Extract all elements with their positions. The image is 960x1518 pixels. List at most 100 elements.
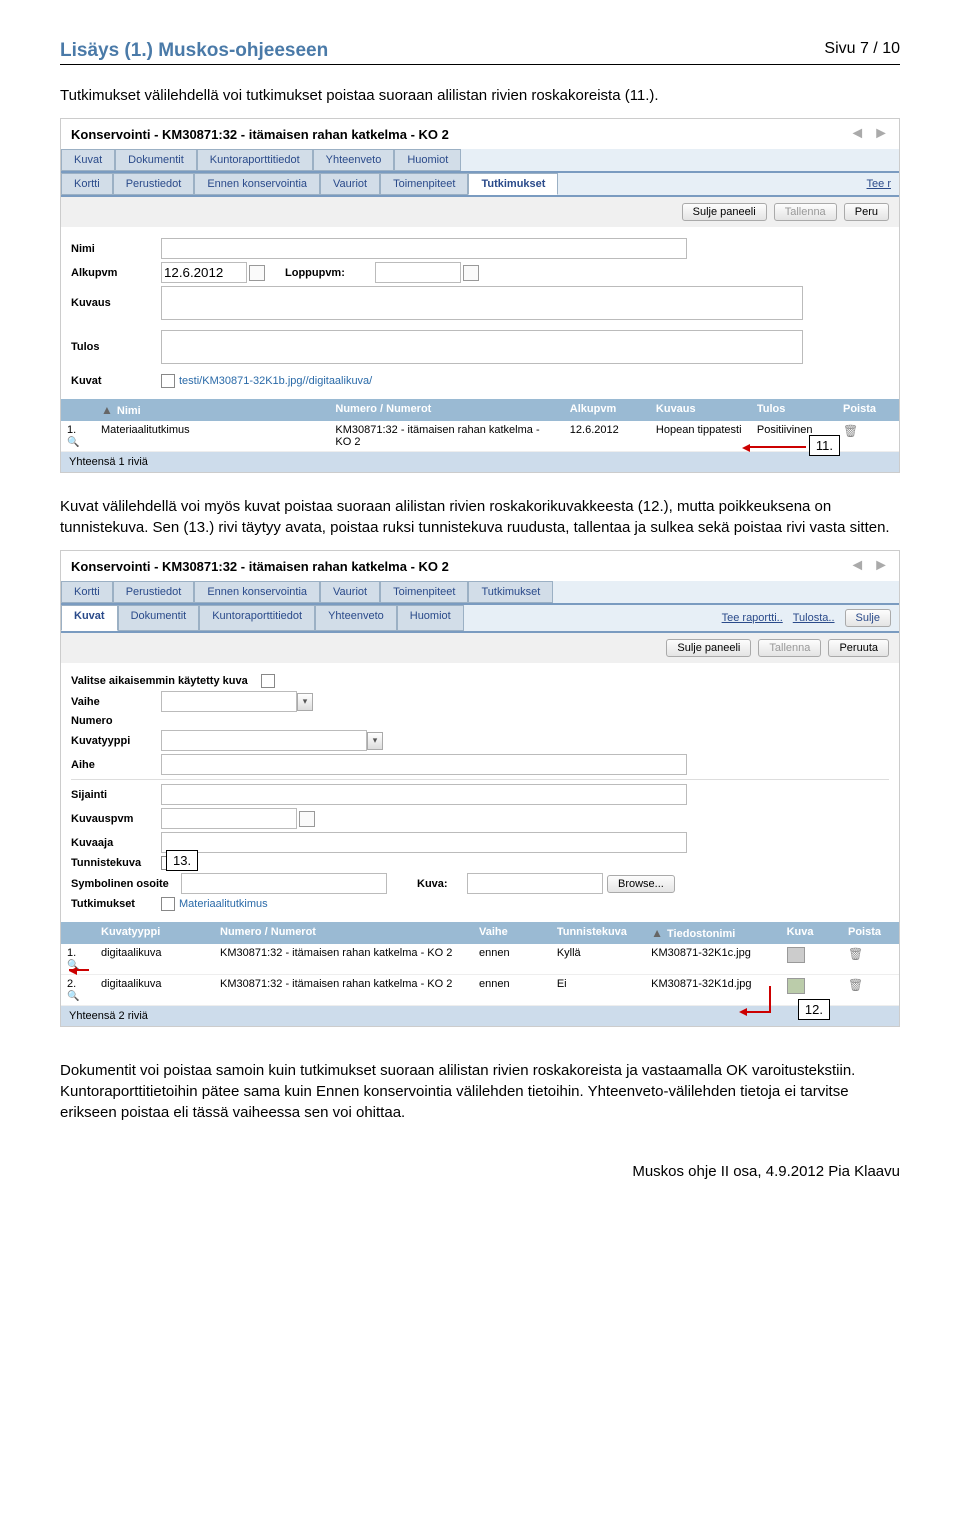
input-alkupvm[interactable] [161, 262, 247, 283]
label-alkupvm: Alkupvm [71, 267, 161, 279]
label-sijainti: Sijainti [71, 789, 161, 801]
btn-peru[interactable]: Peru [844, 203, 889, 221]
link-tee-raportti[interactable]: Tee raportti.. [722, 612, 783, 624]
textarea-tulos[interactable] [161, 330, 803, 364]
tab-toimenpiteet[interactable]: Toimenpiteet [380, 581, 468, 603]
tab-yhteenveto[interactable]: Yhteenveto [313, 149, 395, 171]
cell-vaihe: ennen [473, 944, 551, 974]
checkbox-kuva[interactable] [161, 374, 175, 388]
tab-tutkimukset[interactable]: Tutkimukset [468, 581, 553, 603]
btn-peruuta[interactable]: Peruuta [828, 639, 889, 657]
checkbox-tutk[interactable] [161, 897, 175, 911]
label-loppupvm: Loppupvm: [285, 267, 375, 279]
th-kuvaus[interactable]: Kuvaus [650, 399, 751, 421]
th-alkupvm[interactable]: Alkupvm [564, 399, 650, 421]
tab-kuntoraportti[interactable]: Kuntoraporttitiedot [199, 605, 315, 631]
tab-kuntoraportti[interactable]: Kuntoraporttitiedot [197, 149, 313, 171]
page-number: Sivu 7 / 10 [824, 40, 900, 62]
th-tulos[interactable]: Tulos [751, 399, 837, 421]
label-vaihe: Vaihe [71, 696, 161, 708]
tab-dokumentit[interactable]: Dokumentit [115, 149, 197, 171]
cell-numero: KM30871:32 - itämaisen rahan katkelma - … [214, 944, 473, 974]
th-numero[interactable]: Numero / Numerot [214, 922, 473, 944]
th-poista: Poista [837, 399, 899, 421]
page-footer: Muskos ohje II osa, 4.9.2012 Pia Klaavu [60, 1163, 900, 1180]
paragraph-2: Kuvat välilehdellä voi myös kuvat poista… [60, 496, 900, 538]
input-kuvauspvm[interactable] [161, 808, 297, 829]
tab-dokumentit[interactable]: Dokumentit [118, 605, 200, 631]
input-symbolinen[interactable] [181, 873, 387, 894]
input-sijainti[interactable] [161, 784, 687, 805]
nav-prev-icon[interactable]: ◄ [849, 557, 865, 575]
input-kuva[interactable] [467, 873, 603, 894]
trash-icon[interactable]: 🗑 [848, 978, 863, 992]
paragraph-3: Dokumentit voi poistaa samoin kuin tutki… [60, 1060, 900, 1123]
nav-next-icon[interactable]: ► [873, 557, 889, 575]
callout-13: 13. [166, 850, 198, 871]
checkbox-valitse[interactable] [261, 674, 275, 688]
select-vaihe[interactable] [161, 691, 297, 712]
window-title: Konservointi - KM30871:32 - itämaisen ra… [71, 127, 449, 142]
th-kuva[interactable]: Kuva [781, 922, 842, 944]
label-kuvaaja: Kuvaaja [71, 837, 161, 849]
label-aihe: Aihe [71, 759, 161, 771]
btn-sulje-paneeli[interactable]: Sulje paneeli [666, 639, 751, 657]
tab-vauriot[interactable]: Vauriot [320, 173, 380, 195]
thumbnail-icon[interactable] [787, 947, 805, 963]
cell-tiedostonimi: KM30871-32K1c.jpg [645, 944, 780, 974]
btn-sulje-paneeli[interactable]: Sulje paneeli [682, 203, 767, 221]
th-kuvatyyppi[interactable]: Kuvatyyppi [95, 922, 214, 944]
tab-ennen[interactable]: Ennen konservointia [194, 581, 320, 603]
label-symbolinen: Symbolinen osoite [71, 878, 181, 890]
label-kuvat: Kuvat [71, 375, 161, 387]
tab-yhteenveto[interactable]: Yhteenveto [315, 605, 397, 631]
label-tulos: Tulos [71, 341, 161, 353]
tab-kortti[interactable]: Kortti [61, 173, 113, 195]
th-numero[interactable]: Numero / Numerot [329, 399, 563, 421]
tab-perustiedot[interactable]: Perustiedot [113, 581, 195, 603]
tab-toimenpiteet[interactable]: Toimenpiteet [380, 173, 468, 195]
tab-tutkimukset[interactable]: Tutkimukset [468, 173, 558, 195]
callout-12: 12. [798, 999, 830, 1020]
link-tee-r[interactable]: Tee r [867, 178, 891, 190]
chevron-down-icon[interactable]: ▾ [297, 693, 313, 711]
calendar-icon[interactable] [463, 265, 479, 281]
calendar-icon[interactable] [249, 265, 265, 281]
tab-vauriot[interactable]: Vauriot [320, 581, 380, 603]
th-nimi[interactable]: ▲Nimi [95, 399, 329, 421]
btn-tallenna[interactable]: Tallenna [758, 639, 821, 657]
th-tunnistekuva[interactable]: Tunnistekuva [551, 922, 645, 944]
nav-prev-icon[interactable]: ◄ [849, 125, 865, 143]
trash-icon[interactable]: 🗑 [848, 947, 863, 961]
tab-kuvat[interactable]: Kuvat [61, 605, 118, 631]
link-materiaalitutkimus[interactable]: Materiaalitutkimus [179, 898, 268, 910]
label-nimi: Nimi [71, 243, 161, 255]
tab-kortti[interactable]: Kortti [61, 581, 113, 603]
btn-browse[interactable]: Browse... [607, 875, 675, 893]
textarea-kuvaus[interactable] [161, 286, 803, 320]
link-kuva-path[interactable]: testi/KM30871-32K1b.jpg//digitaalikuva/ [179, 375, 372, 387]
tab-ennen[interactable]: Ennen konservointia [194, 173, 320, 195]
input-nimi[interactable] [161, 238, 687, 259]
nav-next-icon[interactable]: ► [873, 125, 889, 143]
input-loppupvm[interactable] [375, 262, 461, 283]
label-valitse: Valitse aikaisemmin käytetty kuva [71, 675, 261, 687]
input-kuvaaja[interactable] [161, 832, 687, 853]
th-tiedostonimi[interactable]: ▲Tiedostonimi [645, 922, 780, 944]
link-tulosta[interactable]: Tulosta.. [793, 612, 835, 624]
input-aihe[interactable] [161, 754, 687, 775]
callout-11: 11. [809, 435, 840, 456]
calendar-icon[interactable] [299, 811, 315, 827]
window-title: Konservointi - KM30871:32 - itämaisen ra… [71, 559, 449, 574]
select-kuvatyyppi[interactable] [161, 730, 367, 751]
chevron-down-icon[interactable]: ▾ [367, 732, 383, 750]
tab-kuvat[interactable]: Kuvat [61, 149, 115, 171]
btn-tallenna[interactable]: Tallenna [774, 203, 837, 221]
tab-huomiot[interactable]: Huomiot [397, 605, 464, 631]
tab-huomiot[interactable]: Huomiot [394, 149, 461, 171]
thumbnail-icon[interactable] [787, 978, 805, 994]
th-poista: Poista [842, 922, 899, 944]
btn-sulje[interactable]: Sulje [845, 609, 891, 627]
tab-perustiedot[interactable]: Perustiedot [113, 173, 195, 195]
th-vaihe[interactable]: Vaihe [473, 922, 551, 944]
